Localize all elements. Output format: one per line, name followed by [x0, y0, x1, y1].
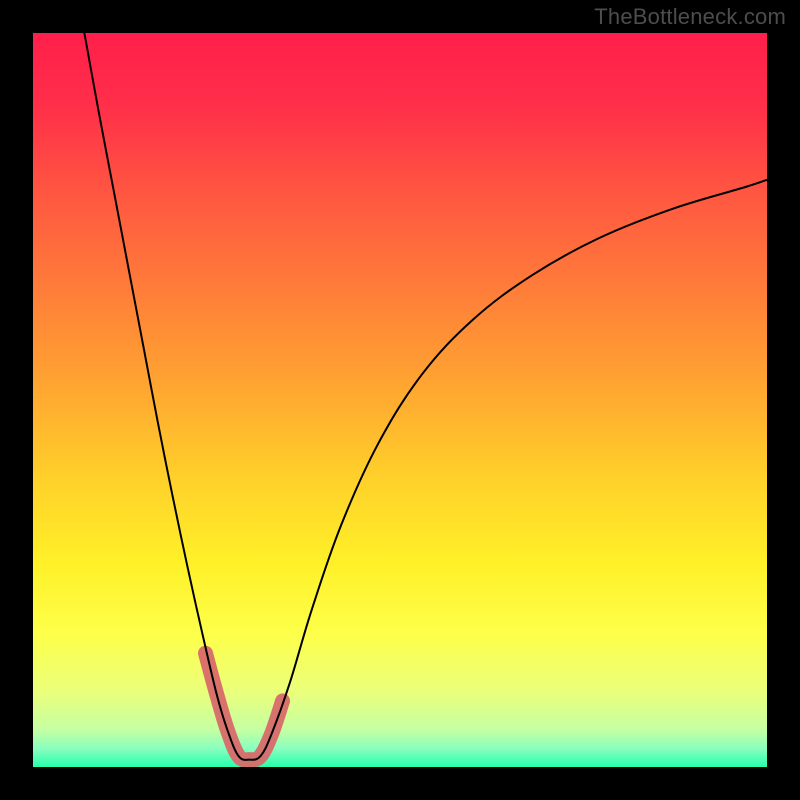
- plot-area: [33, 33, 767, 767]
- highlight-segment: [205, 653, 282, 760]
- bottleneck-curve: [84, 33, 767, 760]
- chart-frame: TheBottleneck.com: [0, 0, 800, 800]
- chart-svg: [33, 33, 767, 767]
- watermark-text: TheBottleneck.com: [594, 4, 786, 30]
